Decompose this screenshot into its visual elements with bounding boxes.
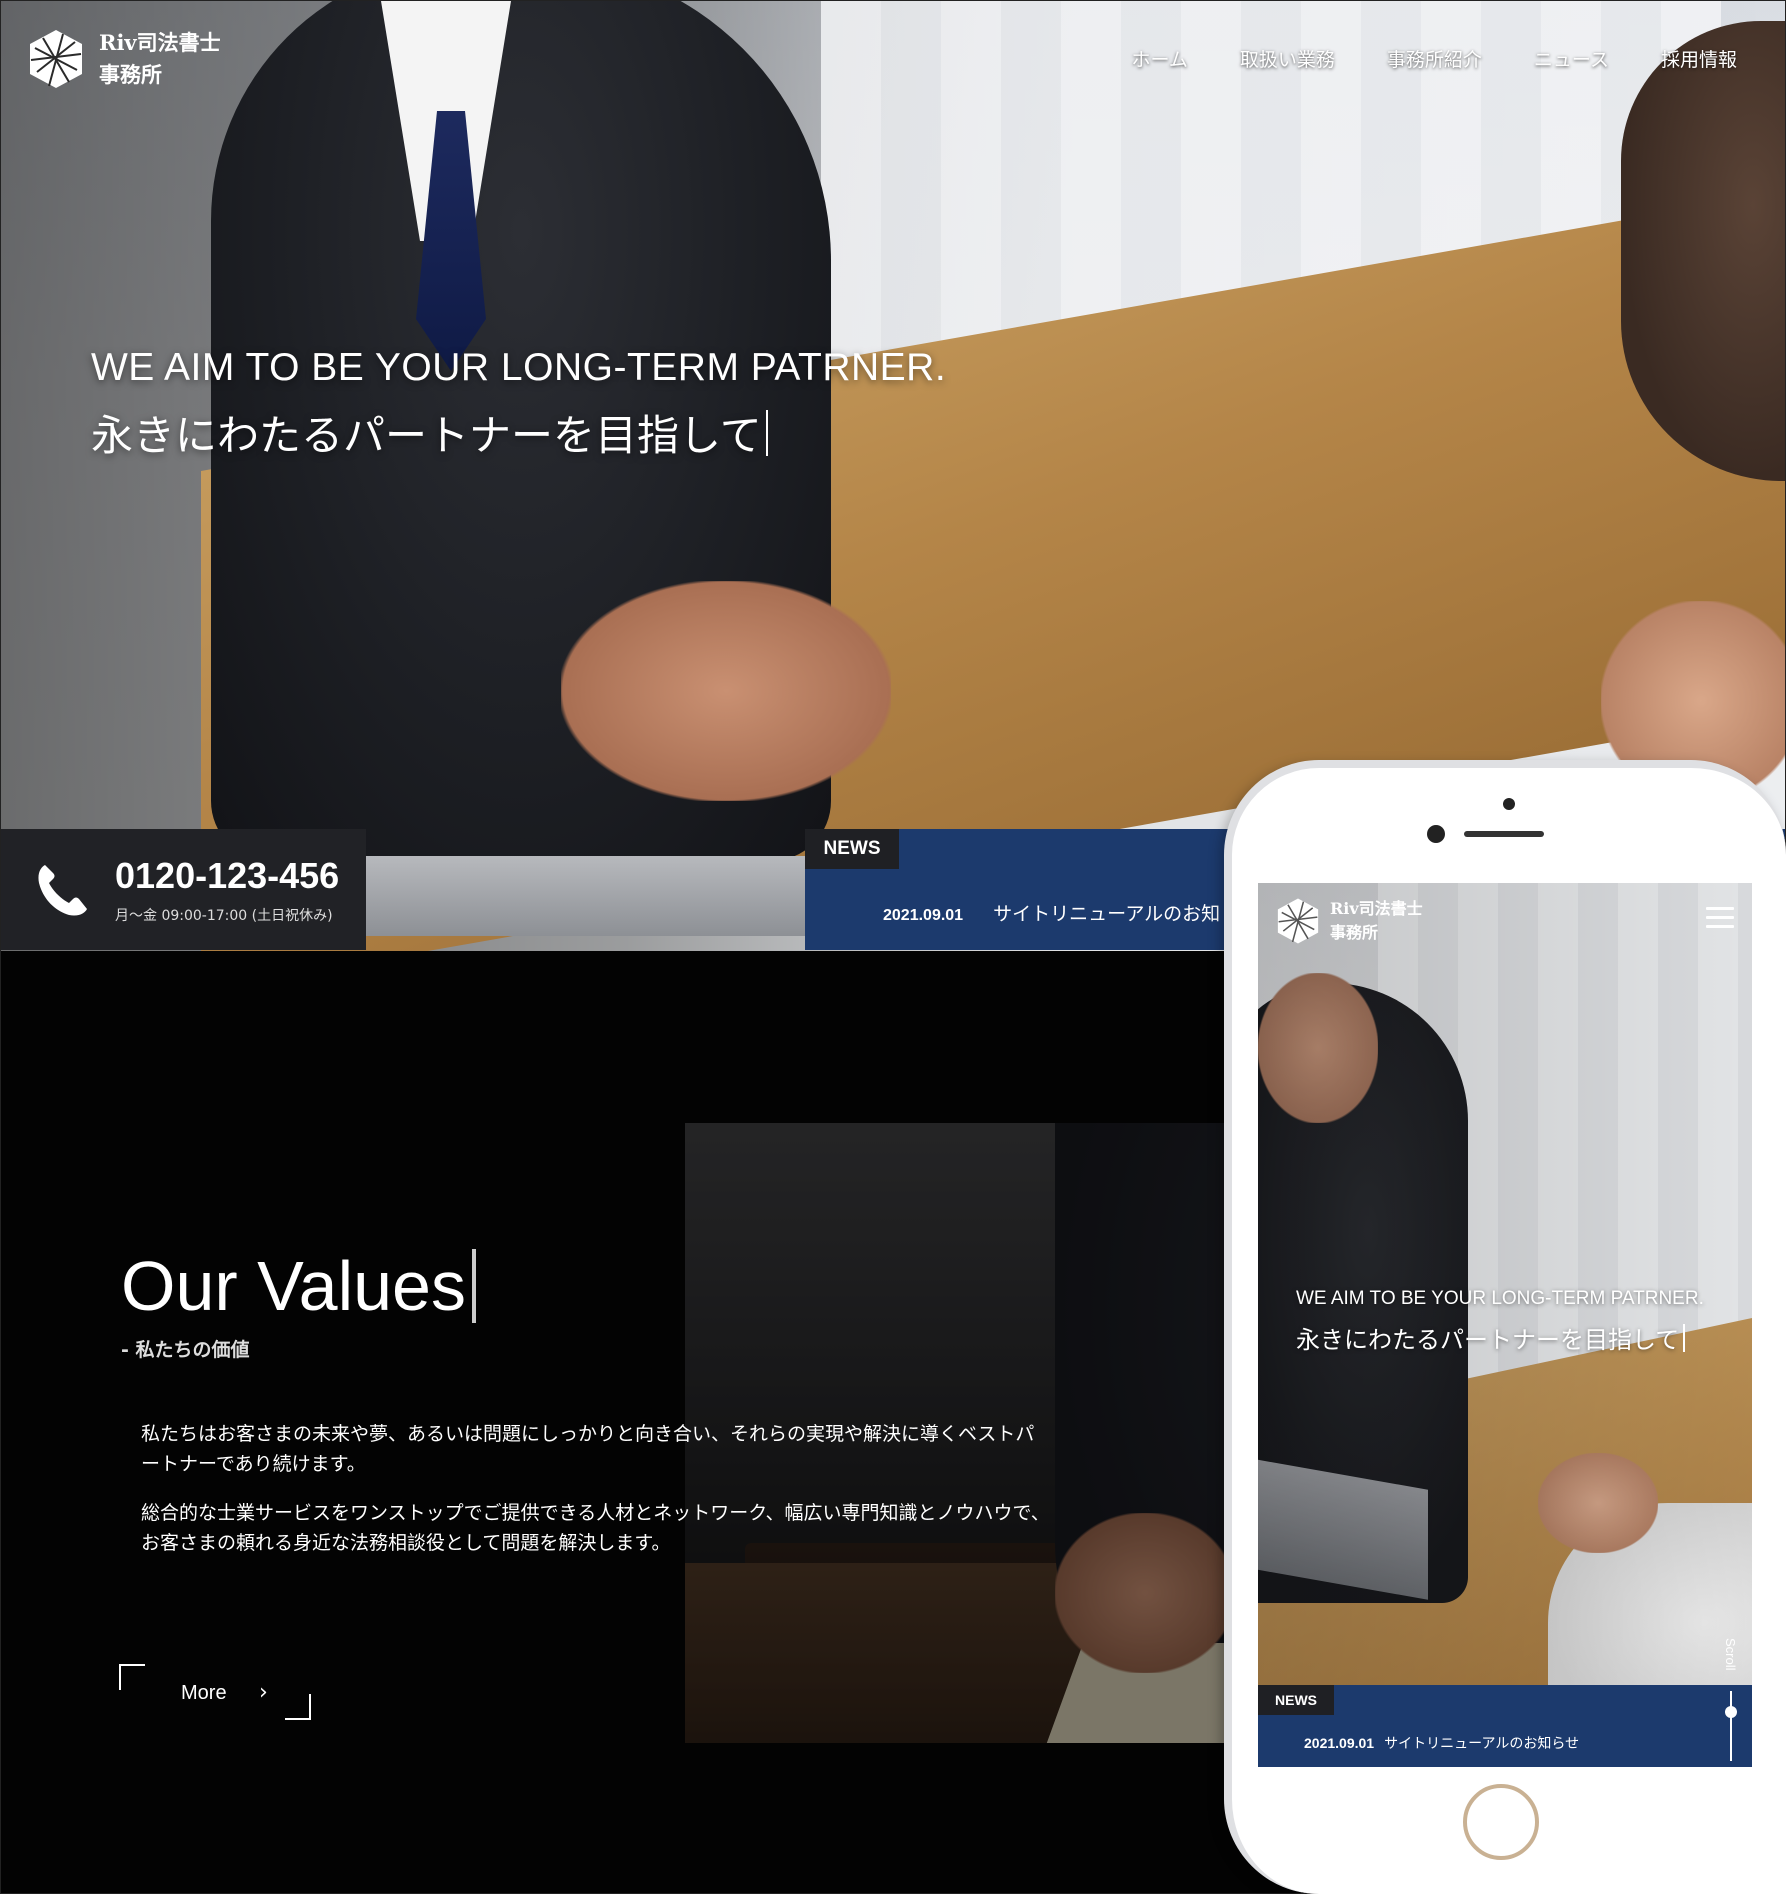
news-item[interactable]: 2021.09.01 サイトリニューアルのお知 (883, 899, 1220, 926)
hero-copy: WE AIM TO BE YOUR LONG-TERM PATRNER. 永きに… (91, 346, 946, 463)
scroll-indicator-dot (1725, 1706, 1737, 1718)
scroll-indicator-label: Scroll (1723, 1638, 1738, 1671)
mobile-brand-line1: Riv司法書士 (1330, 899, 1423, 918)
mobile-news-tag: NEWS (1258, 1685, 1334, 1715)
mobile-news-ticker: NEWS 2021.09.01 サイトリニューアルのお知らせ (1258, 1685, 1752, 1767)
news-date: 2021.09.01 (883, 907, 964, 924)
mobile-brand-line2: 事務所 (1330, 923, 1379, 942)
corner-bracket-bottom-right (285, 1694, 311, 1720)
chevron-right-icon: › (259, 1680, 268, 1705)
hero-headline-ja: 永きにわたるパートナーを目指して (91, 402, 946, 463)
phone-home-button[interactable] (1463, 1784, 1539, 1860)
menu-bar (1706, 925, 1734, 928)
contact-info: 0120-123-456 月〜金 09:00-17:00 (土日祝休み) (115, 855, 339, 925)
values-title-text: Our Values (121, 1247, 466, 1325)
values-subtitle: - 私たちの価値 (121, 1339, 250, 1361)
brand-name-line1: Riv司法書士 (99, 30, 221, 55)
mobile-headline-ja: 永きにわたるパートナーを目指して (1296, 1320, 1704, 1355)
site-logo[interactable]: Riv司法書士 事務所 (25, 27, 221, 91)
text-cursor (1683, 1323, 1686, 1352)
phone-number[interactable]: 0120-123-456 (115, 855, 339, 897)
mobile-news-title[interactable]: サイトリニューアルのお知らせ (1384, 1733, 1579, 1753)
text-cursor (765, 409, 768, 456)
geometric-logo-icon (30, 30, 82, 88)
contact-phone-bar[interactable]: 0120-123-456 月〜金 09:00-17:00 (土日祝休み) (1, 829, 366, 950)
nav-home[interactable]: ホーム (1131, 45, 1187, 72)
nav-about[interactable]: 事務所紹介 (1387, 45, 1482, 72)
news-title[interactable]: サイトリニューアルのお知 (993, 899, 1220, 926)
mobile-headline-ja-text: 永きにわたるパートナーを目指して (1296, 1326, 1680, 1354)
hero-laptop-image (312, 856, 870, 936)
hero-headline-ja-text: 永きにわたるパートナーを目指して (91, 411, 762, 460)
scroll-indicator-line (1730, 1691, 1732, 1761)
text-cursor (471, 1249, 476, 1323)
values-title: Our Values (121, 1246, 476, 1326)
hero-hands-image (561, 581, 891, 801)
mobile-site-logo[interactable]: Riv司法書士 事務所 (1274, 897, 1423, 945)
mobile-hero-copy: WE AIM TO BE YOUR LONG-TERM PATRNER. 永きに… (1296, 1288, 1704, 1355)
hero-headline-en: WE AIM TO BE YOUR LONG-TERM PATRNER. (91, 346, 947, 389)
phone-camera (1503, 798, 1515, 810)
menu-bar (1706, 916, 1734, 919)
mobile-headline-en: WE AIM TO BE YOUR LONG-TERM PATRNER. (1296, 1288, 1704, 1309)
values-paragraph-2-line2: お客さまの頼れる身近な法務相談役として問題を解決します。 (141, 1532, 671, 1554)
nav-recruit[interactable]: 採用情報 (1661, 45, 1737, 72)
mobile-screen: Riv司法書士 事務所 WE AIM TO BE YOUR LONG-TERM … (1258, 883, 1752, 1767)
more-button[interactable]: More › (119, 1664, 311, 1720)
values-paragraph-2-line1: 総合的な士業サービスをワンストップでご提供できる人材とネットワーク、幅広い専門知… (141, 1502, 1050, 1524)
menu-bar (1706, 907, 1734, 910)
values-paragraph-1-line2: ートナーであり続けます。 (141, 1453, 366, 1475)
business-hours: 月〜金 09:00-17:00 (土日祝休み) (115, 907, 333, 924)
geometric-logo-icon (1277, 898, 1319, 944)
brand-name-line2: 事務所 (99, 62, 162, 87)
news-tag: NEWS (805, 829, 899, 869)
mobile-brand-name: Riv司法書士 事務所 (1330, 897, 1423, 945)
smartphone-mockup: Riv司法書士 事務所 WE AIM TO BE YOUR LONG-TERM … (1224, 760, 1786, 1894)
mobile-news-item[interactable]: 2021.09.01 サイトリニューアルのお知らせ (1304, 1733, 1579, 1753)
phone-icon (38, 864, 87, 916)
mobile-news-date: 2021.09.01 (1304, 1735, 1375, 1751)
main-nav: ホーム 取扱い業務 事務所紹介 ニュース 採用情報 (1131, 45, 1737, 72)
nav-news[interactable]: ニュース (1534, 45, 1609, 72)
values-paragraph-1: 私たちはお客さまの未来や夢、あるいは問題にしっかりと向き合い、それらの実現や解決… (141, 1419, 1081, 1479)
brand-name: Riv司法書士 事務所 (99, 27, 221, 91)
phone-sensor (1427, 825, 1445, 843)
nav-services[interactable]: 取扱い業務 (1240, 45, 1335, 72)
values-paragraph-1-line1: 私たちはお客さまの未来や夢、あるいは問題にしっかりと向き合い、それらの実現や解決… (141, 1423, 1035, 1445)
phone-speaker (1464, 831, 1544, 837)
more-button-label: More (181, 1682, 227, 1704)
values-paragraph-2: 総合的な士業サービスをワンストップでご提供できる人材とネットワーク、幅広い専門知… (141, 1498, 1081, 1558)
hamburger-menu-icon[interactable] (1706, 907, 1734, 929)
corner-bracket-top-left (119, 1664, 145, 1690)
values-body: 私たちはお客さまの未来や夢、あるいは問題にしっかりと向き合い、それらの実現や解決… (141, 1419, 1081, 1558)
